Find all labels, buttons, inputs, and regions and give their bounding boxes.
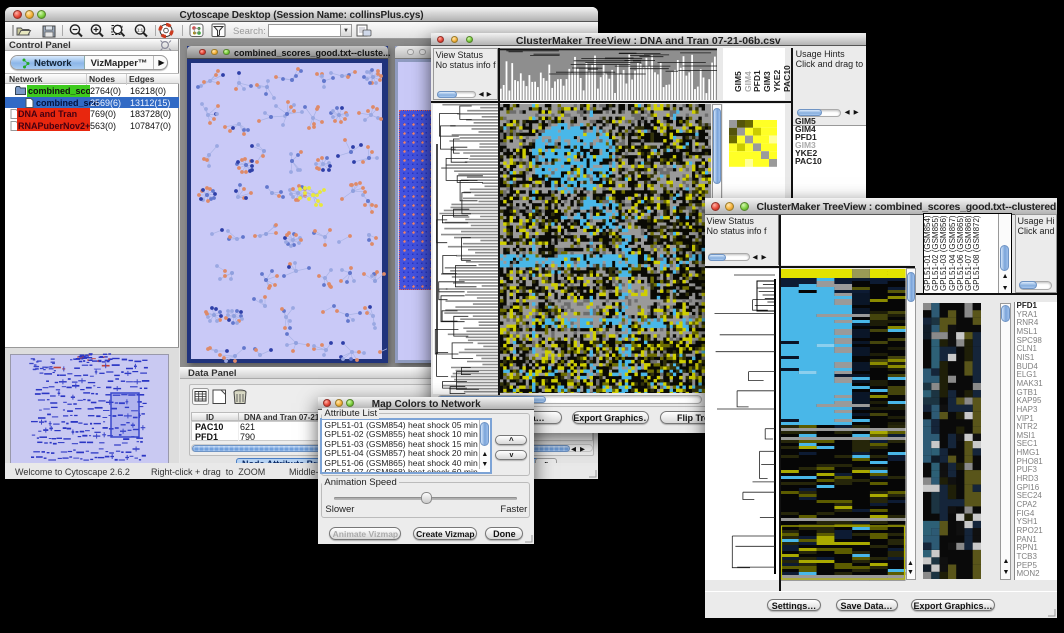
- svg-text:1:1: 1:1: [137, 27, 144, 32]
